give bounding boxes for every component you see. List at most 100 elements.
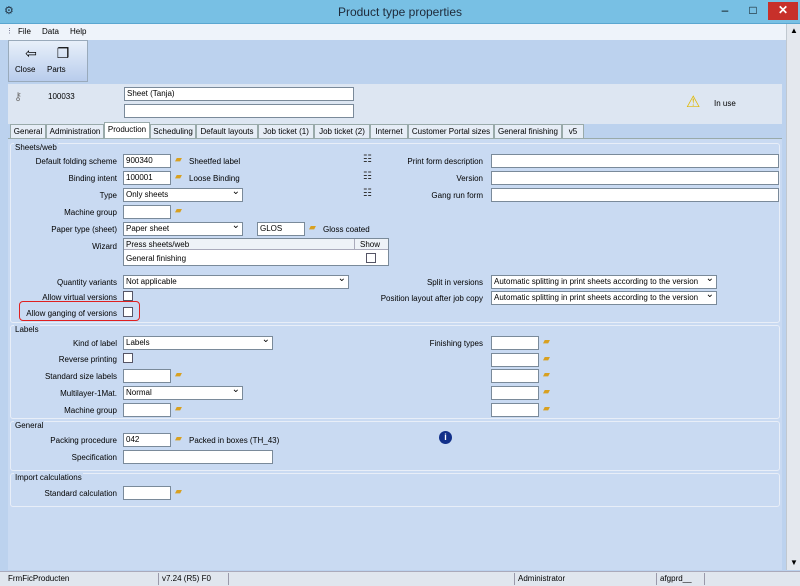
standard-calculation-field[interactable] xyxy=(123,486,171,500)
title-bar: ⚙ Product type properties – □ ✕ xyxy=(0,0,800,24)
machine-group-label: Machine group xyxy=(64,208,117,217)
tab-administration[interactable]: Administration xyxy=(46,124,104,138)
folder-icon[interactable]: ▰ xyxy=(309,222,316,233)
status-divider xyxy=(704,573,705,585)
tab-general[interactable]: General xyxy=(10,124,46,138)
parts-toolbar-button[interactable]: ❐ Parts xyxy=(47,43,79,81)
tab-strip: General Administration Production Schedu… xyxy=(8,122,782,138)
type-select[interactable]: Only sheets xyxy=(123,188,243,202)
gang-run-label: Gang run form xyxy=(431,191,483,200)
finishing-type-field-1[interactable] xyxy=(491,336,539,350)
tab-default-layouts[interactable]: Default layouts xyxy=(196,124,258,138)
specification-field[interactable] xyxy=(123,450,273,464)
general-title: General xyxy=(14,421,45,430)
folder-icon[interactable]: ▰ xyxy=(543,353,550,364)
wizard-row-label[interactable]: General finishing xyxy=(126,254,186,263)
finishing-type-field-4[interactable] xyxy=(491,386,539,400)
production-panel: Sheets/web Default folding scheme 900340… xyxy=(8,138,782,570)
close-label: Close xyxy=(15,65,36,74)
product-name-field[interactable]: Sheet (Tanja) xyxy=(124,87,354,101)
folder-icon[interactable]: ▰ xyxy=(543,403,550,414)
status-divider xyxy=(514,573,515,585)
wizard-show-checkbox[interactable] xyxy=(366,253,376,263)
tab-internet[interactable]: Internet xyxy=(370,124,408,138)
type-label: Type xyxy=(99,191,117,200)
packing-procedure-field[interactable]: 042 xyxy=(123,433,171,447)
menu-file[interactable]: File xyxy=(18,27,31,36)
minimize-button[interactable]: – xyxy=(712,2,738,20)
folder-icon[interactable]: ▰ xyxy=(175,486,182,497)
default-folding-field[interactable]: 900340 xyxy=(123,154,171,168)
packing-procedure-label: Packing procedure xyxy=(50,436,117,445)
quantity-variants-label: Quantity variants xyxy=(56,278,117,287)
quantity-variants-select[interactable]: Not applicable xyxy=(123,275,349,289)
labels-machine-group-field[interactable] xyxy=(123,403,171,417)
version-field[interactable] xyxy=(491,171,779,185)
wizard-col-show: Show xyxy=(360,240,381,249)
split-versions-select[interactable]: Automatic splitting in print sheets acco… xyxy=(491,275,717,289)
folder-icon[interactable]: ▰ xyxy=(175,433,182,444)
reverse-printing-checkbox[interactable] xyxy=(123,353,133,363)
tab-job-ticket-1[interactable]: Job ticket (1) xyxy=(258,124,314,138)
menu-help[interactable]: Help xyxy=(70,27,86,36)
paper-type-select[interactable]: Paper sheet xyxy=(123,222,243,236)
gang-run-field[interactable] xyxy=(491,188,779,202)
status-divider xyxy=(656,573,657,585)
folder-icon[interactable]: ▰ xyxy=(543,386,550,397)
close-window-button[interactable]: ✕ xyxy=(768,2,798,20)
binding-intent-field[interactable]: 100001 xyxy=(123,171,171,185)
tab-scheduling[interactable]: Scheduling xyxy=(150,124,196,138)
wizard-label: Wizard xyxy=(92,242,117,251)
menu-data[interactable]: Data xyxy=(42,27,59,36)
scroll-down-icon[interactable]: ▼ xyxy=(790,558,798,567)
labels-title: Labels xyxy=(14,325,40,334)
print-form-field[interactable] xyxy=(491,154,779,168)
machine-group-field[interactable] xyxy=(123,205,171,219)
wizard-grid: Press sheets/web Show General finishing xyxy=(123,238,389,266)
status-version: v7.24 (R5) F0 xyxy=(162,574,211,583)
product-name-field-2[interactable] xyxy=(124,104,354,118)
key-icon: ⚷ xyxy=(14,91,23,103)
standard-size-field[interactable] xyxy=(123,369,171,383)
allow-virtual-checkbox[interactable] xyxy=(123,291,133,301)
folder-icon[interactable]: ▰ xyxy=(175,171,182,182)
finishing-type-field-5[interactable] xyxy=(491,403,539,417)
status-divider xyxy=(228,573,229,585)
finishing-type-field-3[interactable] xyxy=(491,369,539,383)
info-icon[interactable]: i xyxy=(439,431,452,444)
split-versions-label: Split in versions xyxy=(426,278,483,287)
tab-general-finishing[interactable]: General finishing xyxy=(494,124,562,138)
kind-of-label-select[interactable]: Labels xyxy=(123,336,273,350)
status-label: In use xyxy=(714,99,736,108)
folder-icon[interactable]: ▰ xyxy=(175,205,182,216)
default-folding-desc: Sheetfed label xyxy=(189,157,241,166)
wizard-grid-header: Press sheets/web Show xyxy=(124,239,388,250)
status-user: Administrator xyxy=(518,574,566,583)
finishing-types-label: Finishing types xyxy=(429,339,483,348)
import-calculations-group: Import calculations Standard calculation… xyxy=(10,473,780,507)
tab-job-ticket-2[interactable]: Job ticket (2) xyxy=(314,124,370,138)
paper-code-field[interactable]: GLOS xyxy=(257,222,305,236)
menu-bar: ⋮ File Data Help xyxy=(0,24,800,40)
reverse-printing-label: Reverse printing xyxy=(58,355,117,364)
folder-icon[interactable]: ▰ xyxy=(543,336,550,347)
default-folding-label: Default folding scheme xyxy=(35,157,117,166)
scroll-up-icon[interactable]: ▲ xyxy=(790,26,798,35)
folder-icon[interactable]: ▰ xyxy=(543,369,550,380)
vertical-scrollbar[interactable]: ▲ ▼ xyxy=(786,24,800,570)
finishing-type-field-2[interactable] xyxy=(491,353,539,367)
exit-door-icon: ⇦ xyxy=(25,45,37,61)
version-label: Version xyxy=(456,174,483,183)
folder-icon[interactable]: ▰ xyxy=(175,403,182,414)
tab-customer-portal-sizes[interactable]: Customer Portal sizes xyxy=(408,124,494,138)
multilayer-select[interactable]: Normal xyxy=(123,386,243,400)
window-title: Product type properties xyxy=(337,5,463,19)
tab-production[interactable]: Production xyxy=(104,122,150,138)
folder-icon[interactable]: ▰ xyxy=(175,154,182,165)
maximize-button[interactable]: □ xyxy=(740,2,766,20)
tab-v5[interactable]: v5 xyxy=(562,124,584,138)
position-layout-select[interactable]: Automatic splitting in print sheets acco… xyxy=(491,291,717,305)
status-divider xyxy=(158,573,159,585)
close-toolbar-button[interactable]: ⇦ Close xyxy=(15,43,47,81)
folder-icon[interactable]: ▰ xyxy=(175,369,182,380)
